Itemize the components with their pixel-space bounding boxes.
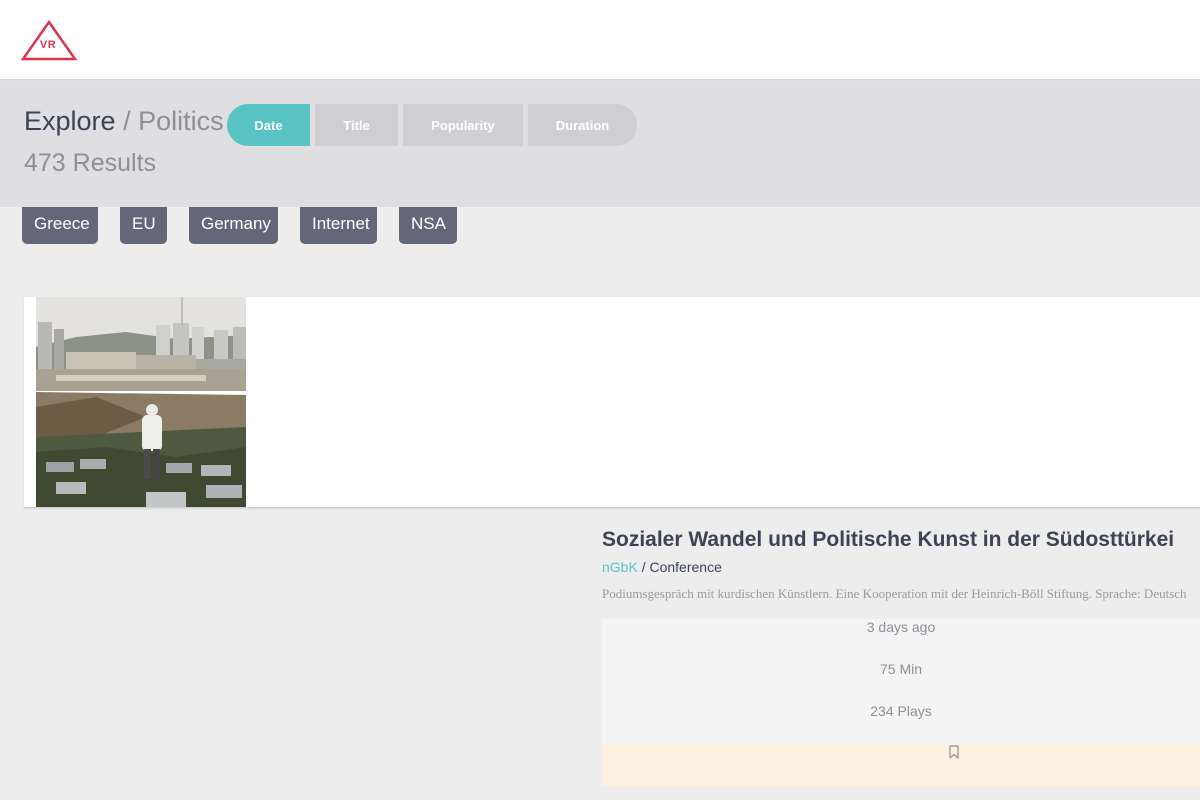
card-meta-separator: /	[637, 559, 650, 575]
tag-nsa[interactable]: NSA	[399, 207, 457, 244]
logo[interactable]: VR	[20, 19, 78, 61]
card-stats: 3 days ago 75 Min 234 Plays	[602, 619, 1200, 745]
tag-eu[interactable]: EU	[120, 207, 167, 244]
card-body: Sozialer Wandel und Politische Kunst in …	[602, 527, 1200, 602]
bookmark-icon[interactable]	[949, 745, 959, 759]
tag-greece[interactable]: Greece	[22, 207, 98, 244]
stat-posted: 3 days ago	[866, 619, 936, 635]
result-card	[24, 297, 1200, 508]
sort-duration-button[interactable]: Duration	[528, 104, 637, 146]
logo-text: VR	[39, 39, 57, 51]
breadcrumb-separator: /	[123, 106, 131, 136]
breadcrumb: Explore / Politics	[24, 105, 224, 137]
breadcrumb-explore[interactable]: Explore	[24, 106, 116, 136]
card-title[interactable]: Sozialer Wandel und Politische Kunst in …	[602, 527, 1200, 553]
card-type: Conference	[649, 559, 722, 575]
breadcrumb-current: Politics	[138, 106, 224, 136]
photo-thumbnail-icon	[36, 297, 246, 507]
card-meta: nGbK / Conference	[602, 558, 1200, 576]
bookmark-bar	[602, 745, 1200, 786]
sort-date-button[interactable]: Date	[227, 104, 310, 146]
tag-germany[interactable]: Germany	[189, 207, 278, 244]
card-thumbnail[interactable]	[36, 297, 246, 507]
card-organizer-link[interactable]: nGbK	[602, 559, 638, 575]
sort-title-button[interactable]: Title	[315, 104, 398, 146]
results-count: 473 Results	[24, 149, 157, 177]
explore-header: Explore / Politics 473 Results Date Titl…	[0, 81, 1200, 207]
tag-internet[interactable]: Internet	[300, 207, 377, 244]
sort-popularity-button[interactable]: Popularity	[403, 104, 523, 146]
card-description: Podiumsgespräch mit kurdischen Künstlern…	[602, 586, 1187, 601]
stat-duration: 75 Min	[879, 661, 923, 677]
top-navbar: VR	[0, 0, 1200, 80]
stat-plays: 234 Plays	[870, 703, 932, 719]
